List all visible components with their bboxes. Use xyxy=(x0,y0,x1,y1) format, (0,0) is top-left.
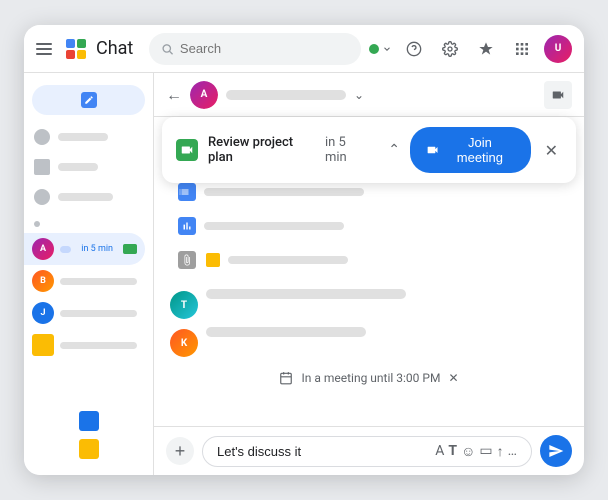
sidebar-item-starred[interactable] xyxy=(24,183,145,211)
send-button[interactable] xyxy=(540,435,572,467)
dismiss-meeting-status[interactable]: ✕ xyxy=(448,371,458,385)
format-icon[interactable]: A xyxy=(435,443,444,459)
video-call-icon[interactable] xyxy=(544,81,572,109)
message-input-wrap[interactable]: A T ☺ ▭ ↑ … xyxy=(202,436,532,467)
attachment-row-2 xyxy=(178,213,568,239)
upload-icon[interactable]: ↑ xyxy=(497,443,504,460)
message-row-1: T xyxy=(170,289,568,319)
settings-icon[interactable] xyxy=(436,35,464,63)
sidebar-item-people[interactable] xyxy=(24,153,145,181)
add-emoji-button[interactable]: + xyxy=(166,437,194,465)
status-chevron-icon[interactable] xyxy=(382,44,392,54)
main-content: A in 5 min B J xyxy=(24,73,584,475)
message-row-2: K xyxy=(170,327,568,357)
list-icon xyxy=(178,183,196,201)
banner-meeting-title: Review project plan xyxy=(208,135,315,165)
sidebar: A in 5 min B J xyxy=(24,73,154,475)
input-row: + A T ☺ ▭ ↑ … xyxy=(166,435,572,467)
send-icon xyxy=(548,443,564,459)
calendar-icon xyxy=(279,371,293,385)
meeting-banner: Review project plan in 5 min ⌃ Join meet… xyxy=(162,117,576,183)
pencil-icon xyxy=(81,92,97,108)
doc-icon xyxy=(206,253,220,267)
app-window: Chat U xyxy=(24,25,584,475)
app-title: Chat xyxy=(96,38,133,59)
meet-logo-icon xyxy=(176,139,198,161)
in-meeting-status: In a meeting until 3:00 PM ✕ xyxy=(170,365,568,391)
menu-icon[interactable] xyxy=(36,39,56,59)
spark-icon[interactable] xyxy=(472,35,500,63)
top-bar: Chat U xyxy=(24,25,584,73)
meeting-status-text: In a meeting until 3:00 PM xyxy=(301,371,440,385)
back-button[interactable]: ← xyxy=(166,85,182,105)
message-input[interactable] xyxy=(217,444,429,459)
input-action-icons: A T ☺ ▭ ↑ … xyxy=(435,443,517,460)
help-icon[interactable] xyxy=(400,35,428,63)
chart-icon xyxy=(178,217,196,235)
text-format-icon[interactable]: T xyxy=(448,443,457,459)
chat-header-avatar: A xyxy=(190,81,218,109)
search-input[interactable] xyxy=(180,41,349,56)
attach-file-icon xyxy=(178,251,196,269)
attachment-row-3 xyxy=(178,247,568,273)
close-banner-button[interactable]: ✕ xyxy=(541,139,562,162)
chat-header-name xyxy=(226,90,346,100)
grid-icon[interactable] xyxy=(508,35,536,63)
meeting-badge: in 5 min xyxy=(77,243,117,255)
chevron-down-icon[interactable]: ⌄ xyxy=(354,88,364,102)
chat-area: ← A ⌄ Review project plan in 5 min xyxy=(154,73,584,475)
sidebar-footer xyxy=(24,403,153,467)
meet-icon xyxy=(123,244,137,254)
join-meeting-button[interactable]: Join meeting xyxy=(410,127,531,173)
sidebar-chat-item-4[interactable] xyxy=(24,329,145,361)
dm-section xyxy=(24,215,153,233)
image-icon[interactable]: ▭ xyxy=(479,443,492,459)
input-area: + A T ☺ ▭ ↑ … xyxy=(154,426,584,475)
more-icon[interactable]: … xyxy=(508,443,517,459)
search-icon xyxy=(161,42,174,56)
sidebar-chat-item-2[interactable]: B xyxy=(24,265,145,297)
banner-meeting-time: in 5 min xyxy=(325,135,368,165)
drive-icon[interactable] xyxy=(79,411,99,431)
status-dot xyxy=(369,44,379,54)
join-meeting-label: Join meeting xyxy=(445,135,514,165)
compose-button[interactable] xyxy=(32,85,145,115)
sidebar-chat-item-1[interactable]: A in 5 min xyxy=(24,233,145,265)
chat-header: ← A ⌄ xyxy=(154,73,584,117)
sidebar-nav xyxy=(24,123,153,211)
app-logo xyxy=(64,37,88,61)
search-bar[interactable] xyxy=(149,33,361,65)
meet-footer-icon[interactable] xyxy=(79,439,99,459)
user-avatar[interactable]: U xyxy=(544,35,572,63)
messages-area: T K In a meeting until 3:00 PM ✕ xyxy=(154,167,584,426)
emoji-icon[interactable]: ☺ xyxy=(461,443,475,460)
top-bar-actions: U xyxy=(369,35,572,63)
banner-chevron-icon[interactable]: ⌃ xyxy=(388,142,400,158)
sidebar-item-home[interactable] xyxy=(24,123,145,151)
sidebar-chat-item-3[interactable]: J xyxy=(24,297,145,329)
